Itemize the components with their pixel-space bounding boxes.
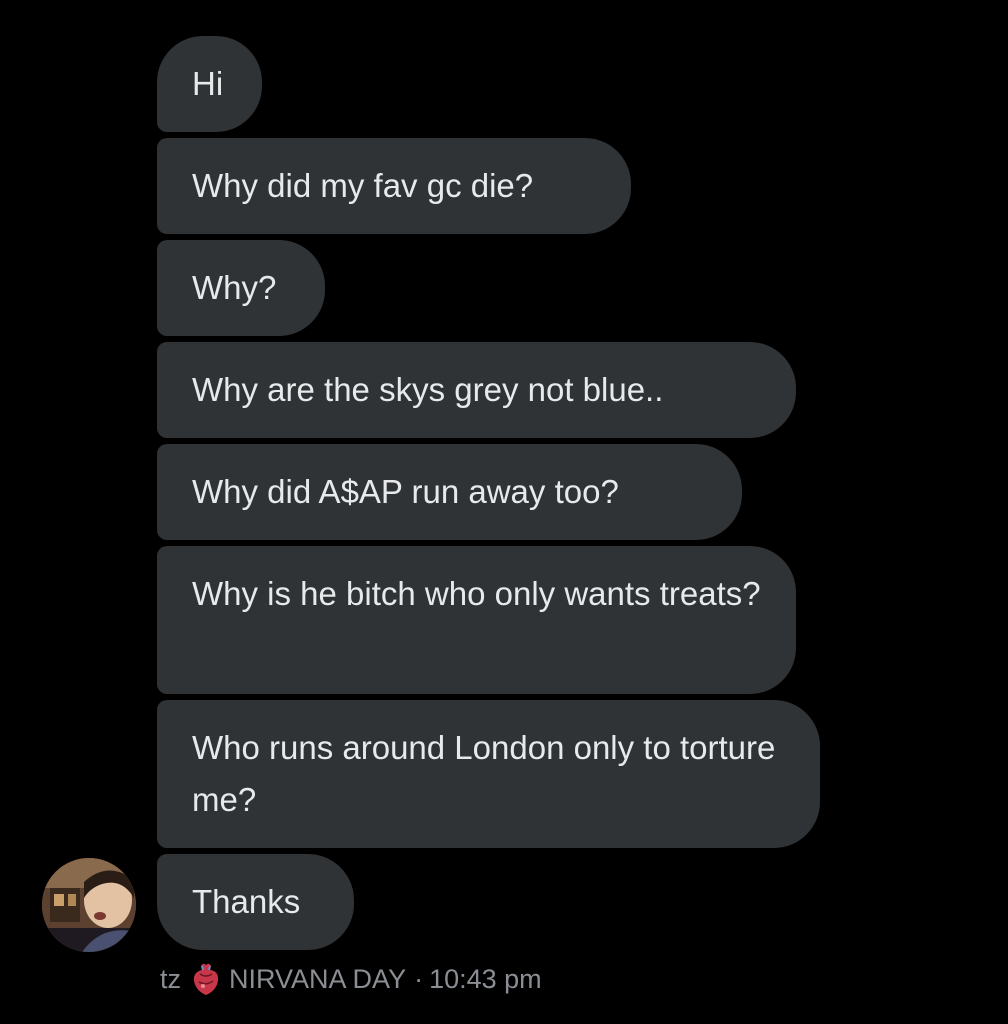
meta-separator: · xyxy=(414,963,424,994)
message-text: Why did A$AP run away too? xyxy=(192,473,619,510)
message-text: Thanks xyxy=(192,883,301,920)
message-bubble[interactable]: Hi xyxy=(157,36,262,132)
avatar-photo xyxy=(42,858,136,952)
message-bubble[interactable]: Why did A$AP run away too? xyxy=(157,444,742,540)
message-bubble[interactable]: Why? xyxy=(157,240,325,336)
message-bubble[interactable]: Why did my fav gc die? xyxy=(157,138,631,234)
anatomical-heart-icon xyxy=(191,962,221,996)
avatar[interactable] xyxy=(42,858,136,952)
message-meta: tz NIRVANA DAY · 10:43 pm xyxy=(160,958,542,1000)
sender-name-suffix: NIRVANA DAY xyxy=(229,963,407,994)
sender-name-prefix: tz xyxy=(160,963,182,994)
message-text: Who runs around London only to torture m… xyxy=(192,729,776,818)
message-bubble[interactable]: Who runs around London only to torture m… xyxy=(157,700,820,848)
message-text: Why is he bitch who only wants treats? xyxy=(192,575,761,612)
message-bubble[interactable]: Why are the skys grey not blue.. xyxy=(157,342,796,438)
message-text: Hi xyxy=(192,65,224,102)
message-timestamp: 10:43 pm xyxy=(429,963,542,994)
message-bubble[interactable]: Why is he bitch who only wants treats? xyxy=(157,546,796,694)
message-text: Why? xyxy=(192,269,277,306)
message-text: Why are the skys grey not blue.. xyxy=(192,371,664,408)
message-text: Why did my fav gc die? xyxy=(192,167,534,204)
message-bubble[interactable]: Thanks xyxy=(157,854,354,950)
